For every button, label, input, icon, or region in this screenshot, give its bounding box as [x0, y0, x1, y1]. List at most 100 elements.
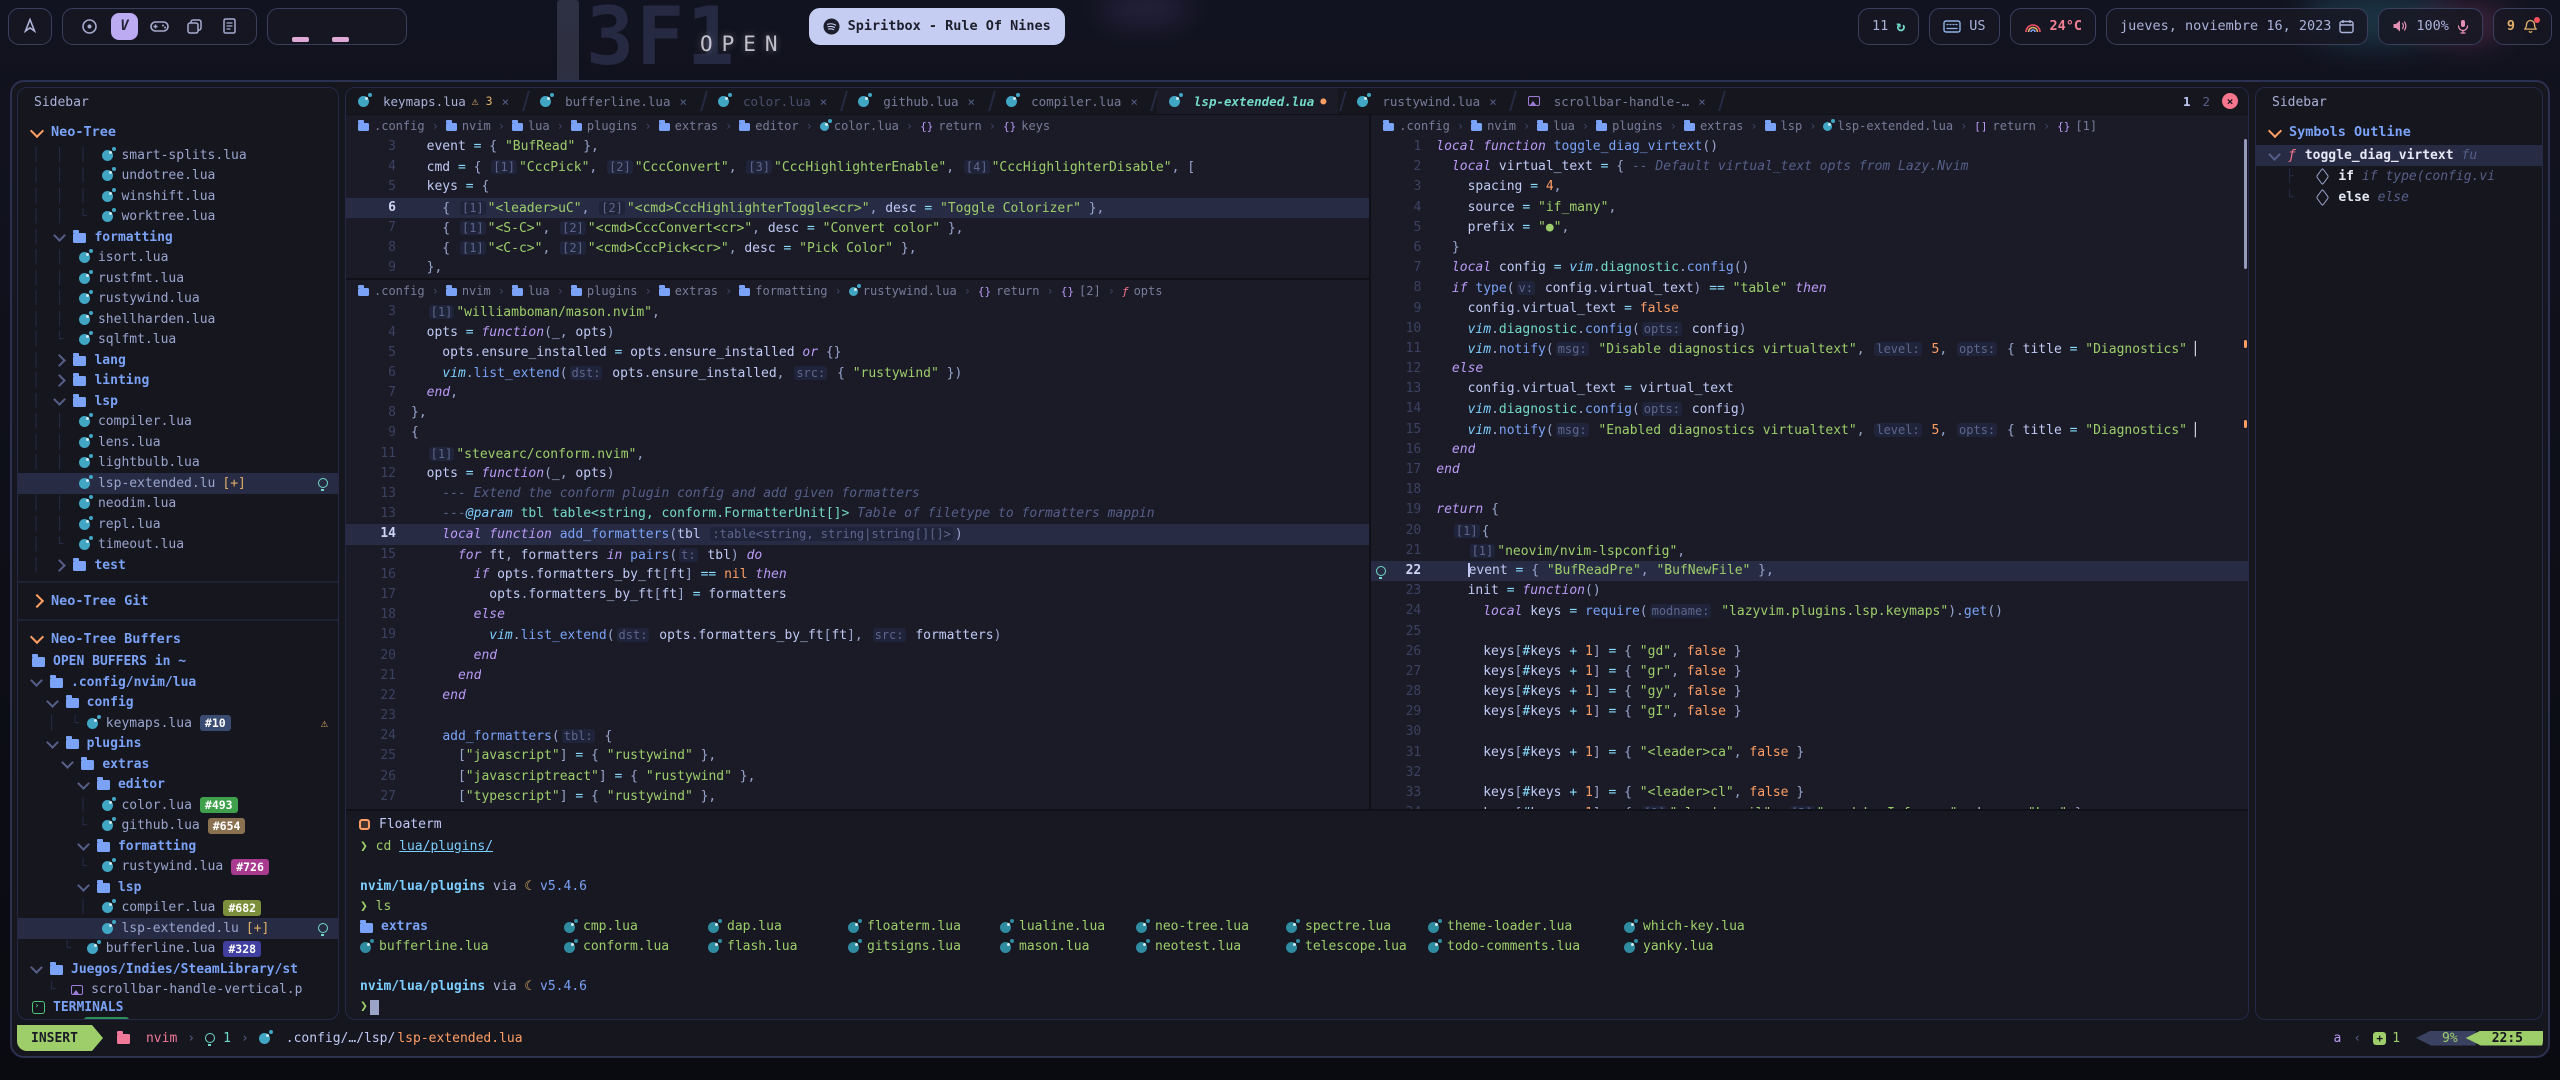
- code-line[interactable]: 9 },: [346, 258, 1369, 278]
- breadcrumb-item[interactable]: .config: [1383, 119, 1450, 133]
- code-line[interactable]: 21 end: [346, 666, 1369, 686]
- code-line[interactable]: 17 opts.formatters_by_ft[ft] = formatter…: [346, 585, 1369, 605]
- chevron-down-icon[interactable]: [46, 695, 59, 708]
- chevron-right-icon[interactable]: [54, 354, 67, 367]
- code-line[interactable]: 12 opts = function(_, opts): [346, 464, 1369, 484]
- symbols-outline-header[interactable]: Symbols Outline: [2256, 119, 2542, 145]
- chevron-down-icon[interactable]: [77, 838, 90, 851]
- file-lang[interactable]: │ lang: [18, 350, 338, 371]
- tray-window-indicator[interactable]: [332, 37, 349, 42]
- code-line[interactable]: 4 opts = function(_, opts): [346, 323, 1369, 343]
- keyboard-layout-widget[interactable]: US: [1929, 8, 1999, 45]
- breadcrumb-item[interactable]: extras: [1684, 119, 1743, 133]
- breadcrumb-item[interactable]: nvim: [446, 284, 491, 298]
- code-line[interactable]: 11 vim.notify(msg: "Disable diagnostics …: [1371, 339, 2248, 359]
- tab-bufferline.lua[interactable]: bufferline.lua×: [528, 88, 699, 114]
- close-tab-icon[interactable]: ×: [1698, 94, 1706, 109]
- code-line[interactable]: 20 [1]{: [1371, 521, 2248, 541]
- code-line[interactable]: 14 vim.diagnostic.config(opts: config): [1371, 399, 2248, 419]
- file-lens.lua[interactable]: │ │ lens.lua: [18, 432, 338, 453]
- tab-compiler.lua[interactable]: compiler.lua×: [994, 88, 1150, 114]
- file-undotree.lua[interactable]: │ │ │ undotree.lua: [18, 166, 338, 187]
- workspace-V[interactable]: V: [111, 13, 138, 40]
- buffer-lsp[interactable]: lsp: [18, 877, 338, 898]
- close-all-button[interactable]: ×: [2222, 93, 2238, 109]
- ls-entry-conform.lua[interactable]: conform.lua: [564, 937, 708, 957]
- close-tab-icon[interactable]: ×: [679, 94, 687, 109]
- chevron-down-icon[interactable]: [61, 756, 74, 769]
- weather-widget[interactable]: 24°C: [2010, 8, 2097, 45]
- ls-entry-spectre.lua[interactable]: spectre.lua: [1286, 917, 1428, 937]
- code-line[interactable]: 11 [1]"stevearc/conform.nvim",: [346, 444, 1369, 464]
- code-line[interactable]: 23: [346, 706, 1369, 726]
- ls-entry-mason.lua[interactable]: mason.lua: [1000, 937, 1136, 957]
- breadcrumb-item[interactable]: formatting: [739, 284, 827, 298]
- code-line[interactable]: 24 local keys = require(modname: "lazyvi…: [1371, 601, 2248, 621]
- breadcrumb-item[interactable]: plugins: [1596, 119, 1663, 133]
- code-line[interactable]: 19return {: [1371, 500, 2248, 520]
- breadcrumb-item[interactable]: .config: [358, 284, 425, 298]
- file-rustfmt.lua[interactable]: │ │ rustfmt.lua: [18, 268, 338, 289]
- breadcrumb-item[interactable]: color.lua: [820, 119, 899, 133]
- neotree-section-header[interactable]: Neo-Tree: [18, 119, 338, 145]
- code-line[interactable]: 13 config.virtual_text = virtual_text: [1371, 379, 2248, 399]
- tabpage-1[interactable]: 1: [2183, 94, 2191, 109]
- breadcrumb-item[interactable]: {}[2]: [1061, 284, 1101, 298]
- code-line[interactable]: 10 vim.diagnostic.config(opts: config): [1371, 319, 2248, 339]
- ls-entry-neo-tree.lua[interactable]: neo-tree.lua: [1136, 917, 1286, 937]
- file-neodim.lua[interactable]: │ │ neodim.lua: [18, 494, 338, 515]
- code-line[interactable]: 2 local virtual_text = { -- Default virt…: [1371, 157, 2248, 177]
- code-line[interactable]: 16 if opts.formatters_by_ft[ft] == nil t…: [346, 565, 1369, 585]
- code-line[interactable]: 29 keys[#keys + 1] = { "gI", false }: [1371, 702, 2248, 722]
- terminal-line[interactable]: ❯ ls: [346, 897, 2248, 917]
- buffer-plugins[interactable]: plugins: [18, 734, 338, 755]
- code-line[interactable]: 8 { [1]"<C-c>", [2]"<cmd>CccPick<cr>", d…: [346, 238, 1369, 258]
- code-line[interactable]: 21 [1]"neovim/nvim-lspconfig",: [1371, 541, 2248, 561]
- code-line[interactable]: 14 local function add_formatters(tbl :ta…: [346, 524, 1369, 544]
- neotree-buffers-section-header[interactable]: Neo-Tree Buffers: [18, 626, 338, 652]
- file-formatting[interactable]: │ formatting: [18, 227, 338, 248]
- code-line[interactable]: 7 { [1]"<S-C>", [2]"<cmd>CccConvert<cr>"…: [346, 218, 1369, 238]
- breadcrumb-item[interactable]: {}return: [978, 284, 1040, 298]
- ls-entry-theme-loader.lua[interactable]: theme-loader.lua: [1428, 917, 1624, 937]
- launcher-button[interactable]: [8, 8, 52, 45]
- file-sqlfmt.lua[interactable]: │ └ sqlfmt.lua: [18, 330, 338, 351]
- date-widget[interactable]: jueves, noviembre 16, 2023: [2106, 8, 2368, 45]
- neotree-git-section-header[interactable]: Neo-Tree Git: [18, 588, 338, 614]
- code-line[interactable]: 26 keys[#keys + 1] = { "gd", false }: [1371, 642, 2248, 662]
- terminal-line[interactable]: nvim/lua/plugins via ☾ v5.4.6: [346, 877, 2248, 897]
- code-line[interactable]: 4 source = "if_many",: [1371, 198, 2248, 218]
- code-line[interactable]: 22 end: [346, 686, 1369, 706]
- buffer-OPEN BUFFERS in ~[interactable]: OPEN BUFFERS in ~: [18, 652, 338, 673]
- code-line[interactable]: 25: [1371, 622, 2248, 642]
- code-line[interactable]: 27 keys[#keys + 1] = { "gr", false }: [1371, 662, 2248, 682]
- code-line[interactable]: 7 local config = vim.diagnostic.config(): [1371, 258, 2248, 278]
- outline-item-if[interactable]: ├ ifif type(config.vi: [2256, 166, 2542, 187]
- breadcrumb-item[interactable]: lsp: [1765, 119, 1803, 133]
- tab-keymaps.lua[interactable]: keymaps.lua⚠ 3×: [346, 88, 521, 114]
- code-line[interactable]: 4 cmd = { [1]"CccPick", [2]"CccConvert",…: [346, 157, 1369, 177]
- code-line[interactable]: 27 ["typescript"] = { "rustywind" },: [346, 787, 1369, 807]
- chevron-right-icon[interactable]: [54, 559, 67, 572]
- tray-window-indicator[interactable]: [292, 37, 309, 42]
- code-line[interactable]: 19 vim.list_extend(dst: opts.formatters_…: [346, 625, 1369, 645]
- breadcrumb-item[interactable]: {}return: [920, 119, 982, 133]
- code-line[interactable]: 25 ["javascript"] = { "rustywind" },: [346, 746, 1369, 766]
- code-line[interactable]: 7 end,: [346, 383, 1369, 403]
- code-line[interactable]: 24 add_formatters(tbl: {: [346, 726, 1369, 746]
- chevron-right-icon[interactable]: [54, 374, 67, 387]
- workspace-orb[interactable]: [76, 13, 103, 40]
- close-tab-icon[interactable]: ×: [968, 94, 976, 109]
- notifications-widget[interactable]: 9: [2493, 8, 2552, 45]
- code-line[interactable]: 17end: [1371, 460, 2248, 480]
- buffer-keymaps.lua[interactable]: │ └ keymaps.lua#10⚠: [18, 713, 338, 734]
- ls-entry-flash.lua[interactable]: flash.lua: [708, 937, 848, 957]
- breadcrumb-item[interactable]: lua: [1537, 119, 1575, 133]
- buffer-compiler.lua[interactable]: │ compiler.lua#682: [18, 898, 338, 919]
- code-line[interactable]: 6 }: [1371, 238, 2248, 258]
- code-line[interactable]: 18 else: [346, 605, 1369, 625]
- code-line[interactable]: 9{: [346, 423, 1369, 443]
- ls-entry-neotest.lua[interactable]: neotest.lua: [1136, 937, 1286, 957]
- breadcrumb-item[interactable]: ƒopts: [1122, 284, 1163, 298]
- scrollbar-handle[interactable]: [2244, 139, 2247, 269]
